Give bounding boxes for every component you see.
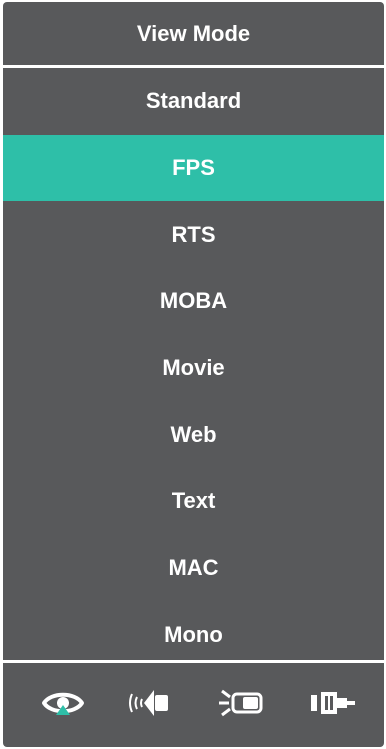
input-connector-icon <box>311 692 355 714</box>
tab-color-settings[interactable] <box>213 683 269 723</box>
menu-item-moba[interactable]: MOBA <box>3 268 384 335</box>
display-brightness-icon <box>219 689 263 717</box>
menu-item-rts[interactable]: RTS <box>3 201 384 268</box>
menu-item-movie[interactable]: Movie <box>3 335 384 402</box>
view-mode-list: Standard FPS RTS MOBA Movie Web Text MAC… <box>3 68 384 660</box>
tab-input-select[interactable] <box>305 683 361 723</box>
menu-item-fps[interactable]: FPS <box>3 134 384 202</box>
tab-view-mode[interactable] <box>35 683 91 723</box>
osd-menu-panel: View Mode Standard FPS RTS MOBA Movie We… <box>3 2 384 747</box>
menu-item-mono[interactable]: Mono <box>3 602 384 669</box>
category-icon-bar <box>3 663 384 747</box>
menu-title: View Mode <box>136 20 251 46</box>
menu-item-mac[interactable]: MAC <box>3 535 384 602</box>
menu-item-web[interactable]: Web <box>3 401 384 468</box>
menu-item-standard[interactable]: Standard <box>3 68 384 135</box>
tab-audio[interactable] <box>121 683 177 723</box>
speaker-icon <box>129 690 168 716</box>
active-tab-indicator <box>56 705 70 715</box>
menu-item-text[interactable]: Text <box>3 468 384 535</box>
